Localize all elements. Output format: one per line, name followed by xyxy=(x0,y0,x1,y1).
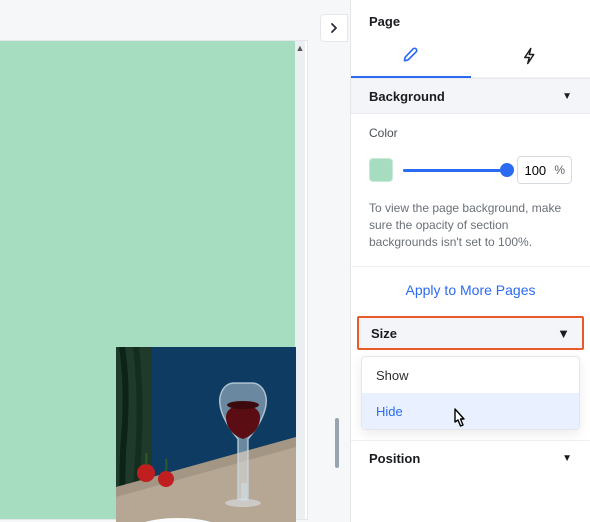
section-background-label: Background xyxy=(369,89,445,104)
lightning-icon xyxy=(521,46,539,71)
panel-tabs xyxy=(351,39,590,78)
section-size[interactable]: Size ▼ xyxy=(357,316,584,350)
size-option-hide[interactable]: Hide xyxy=(362,393,579,429)
size-dropdown: Show Hide xyxy=(361,356,580,430)
color-label: Color xyxy=(369,126,572,140)
caret-down-icon: ▼ xyxy=(557,326,570,341)
canvas-image-svg xyxy=(116,347,296,522)
apply-link-row: Apply to More Pages xyxy=(351,266,590,312)
scroll-up-arrow-icon[interactable]: ▲ xyxy=(296,41,305,53)
caret-down-icon: ▼ xyxy=(562,453,572,464)
color-row: 100 % xyxy=(369,156,572,184)
section-position[interactable]: Position ▼ xyxy=(351,440,590,476)
caret-down-icon: ▼ xyxy=(562,91,572,102)
tab-design[interactable] xyxy=(351,39,471,77)
opacity-value: 100 xyxy=(518,163,552,178)
chevron-right-icon xyxy=(329,20,339,36)
apply-to-more-pages-link[interactable]: Apply to More Pages xyxy=(406,282,536,298)
canvas-image xyxy=(116,347,296,522)
canvas-area: ▲ xyxy=(0,40,308,520)
brush-icon xyxy=(401,46,421,71)
panel-collapse-button[interactable] xyxy=(320,14,348,42)
opacity-slider[interactable] xyxy=(403,160,507,180)
vertical-scrollbar[interactable]: ▲ xyxy=(295,41,305,519)
slider-track xyxy=(403,169,507,172)
opacity-input-box[interactable]: 100 % xyxy=(517,156,572,184)
background-hint: To view the page background, make sure t… xyxy=(369,200,572,250)
panel-title: Page xyxy=(351,0,590,39)
slider-thumb[interactable] xyxy=(500,163,514,177)
section-position-label: Position xyxy=(369,451,420,466)
background-body: Color 100 % To view the page background,… xyxy=(351,114,590,266)
color-swatch[interactable] xyxy=(369,158,393,182)
size-option-show[interactable]: Show xyxy=(362,357,579,393)
inspector-panel: Page Background ▼ Color xyxy=(350,0,590,522)
panel-resize-indicator[interactable] xyxy=(335,418,339,468)
section-size-label: Size xyxy=(371,326,397,341)
tab-actions[interactable] xyxy=(471,39,590,77)
section-background[interactable]: Background ▼ xyxy=(351,78,590,114)
opacity-unit: % xyxy=(552,163,571,177)
